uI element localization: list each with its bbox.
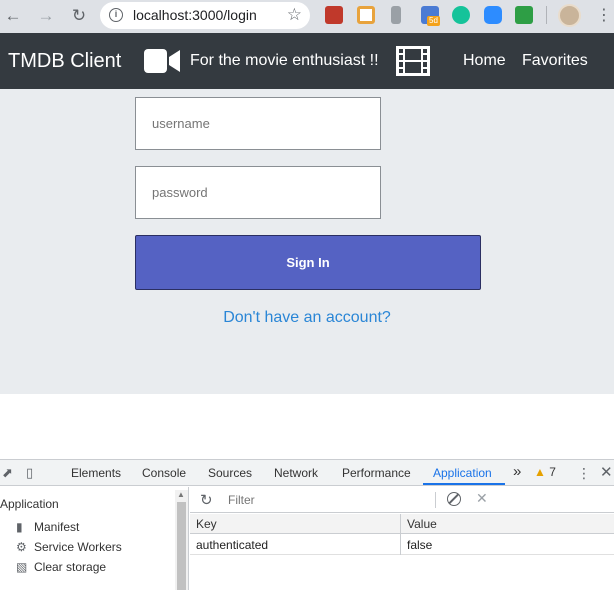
storage-toolbar: ↻ ✕: [190, 487, 614, 513]
password-field[interactable]: [135, 166, 381, 219]
tab-elements[interactable]: Elements: [71, 466, 121, 480]
extension-icon[interactable]: [391, 6, 401, 24]
video-camera-icon: [144, 49, 180, 73]
sidebar-item-label: Clear storage: [34, 560, 107, 574]
username-field[interactable]: [135, 97, 381, 150]
sidebar-heading: Application: [0, 497, 59, 511]
application-sidebar: Application ▮ Manifest ⚙ Service Workers ▧…: [0, 487, 189, 590]
delete-selected-icon[interactable]: ✕: [476, 490, 488, 507]
warnings-counter[interactable]: ▲ 7: [534, 465, 556, 479]
extension-icon[interactable]: [357, 6, 375, 24]
trash-icon: ▧: [16, 560, 28, 574]
grammarly-icon[interactable]: [452, 6, 470, 24]
film-strip-icon: [396, 46, 430, 76]
document-icon: ▮: [16, 520, 23, 534]
bookmark-star-icon[interactable]: ☆: [287, 5, 302, 25]
sidebar-item-label: Manifest: [34, 520, 80, 534]
tab-performance[interactable]: Performance: [342, 466, 411, 480]
toolbar-divider: [546, 6, 547, 24]
table-cell-key[interactable]: authenticated: [190, 535, 400, 555]
nav-link-home[interactable]: Home: [463, 52, 506, 70]
tagline: For the movie enthusiast !!: [190, 52, 379, 69]
storage-pane: ↻ ✕ Key Value authenticated false: [190, 487, 614, 590]
site-info-icon[interactable]: i: [109, 8, 123, 22]
back-arrow-icon[interactable]: ←: [2, 5, 24, 27]
tab-console[interactable]: Console: [142, 466, 186, 480]
nav-link-favorites[interactable]: Favorites: [522, 52, 588, 70]
signup-link: Don't have an account?: [0, 309, 614, 327]
devtools-menu-icon[interactable]: ⋮: [577, 465, 591, 482]
close-devtools-icon[interactable]: ✕: [600, 463, 613, 481]
brand-title[interactable]: TMDB Client: [8, 50, 121, 73]
inspect-element-icon[interactable]: ⬈: [2, 465, 13, 481]
gear-icon: ⚙: [16, 540, 27, 554]
warning-count: 7: [549, 465, 556, 479]
warning-icon: ▲: [534, 465, 546, 479]
browser-menu-icon[interactable]: ⋮: [596, 5, 612, 25]
app-navbar: TMDB Client For the movie enthusiast !! …: [0, 33, 614, 89]
filter-input[interactable]: [220, 491, 428, 509]
sidebar-item-clear-storage[interactable]: ▧ Clear storage: [16, 560, 106, 574]
sidebar-item-service-workers[interactable]: ⚙ Service Workers: [16, 540, 122, 554]
extension-icon[interactable]: [325, 6, 343, 24]
reload-icon[interactable]: ↻: [68, 5, 90, 27]
address-bar[interactable]: i localhost:3000/login ☆: [100, 2, 310, 29]
toolbar-divider: [435, 492, 436, 508]
sidebar-item-manifest[interactable]: ▮ Manifest: [16, 520, 79, 534]
login-page: Sign In Don't have an account?: [0, 89, 614, 394]
checkmark-extension-icon[interactable]: [515, 6, 533, 24]
address-url[interactable]: localhost:3000/login: [133, 7, 257, 23]
extension-badge: 5d: [427, 16, 440, 26]
sign-in-button[interactable]: Sign In: [135, 235, 481, 290]
table-cell-value[interactable]: false: [401, 535, 614, 555]
column-header-key[interactable]: Key: [190, 514, 400, 534]
active-tab-indicator: [423, 483, 505, 485]
tab-application[interactable]: Application: [433, 466, 492, 480]
zoom-icon[interactable]: [484, 6, 502, 24]
scrollbar-thumb[interactable]: [177, 502, 186, 590]
column-header-value[interactable]: Value: [401, 514, 614, 534]
devtools-tab-bar: ⬈ ▯ Elements Console Sources Network Per…: [0, 460, 614, 486]
browser-toolbar: ← → ↻ i localhost:3000/login ☆ 5d ⋮: [0, 0, 614, 33]
sidebar-scrollbar[interactable]: ▲: [175, 490, 188, 590]
refresh-icon[interactable]: ↻: [200, 491, 213, 509]
profile-avatar[interactable]: [558, 4, 581, 27]
signup-link-text[interactable]: Don't have an account?: [223, 309, 391, 326]
devtools-panel: ⬈ ▯ Elements Console Sources Network Per…: [0, 459, 614, 590]
sidebar-item-label: Service Workers: [34, 540, 122, 554]
more-tabs-icon[interactable]: »: [513, 463, 521, 480]
tab-network[interactable]: Network: [274, 466, 318, 480]
scroll-up-icon[interactable]: ▲: [177, 490, 185, 499]
forward-arrow-icon[interactable]: →: [35, 5, 57, 27]
device-toolbar-icon[interactable]: ▯: [26, 465, 33, 481]
block-icon[interactable]: [447, 492, 461, 506]
tab-sources[interactable]: Sources: [208, 466, 252, 480]
